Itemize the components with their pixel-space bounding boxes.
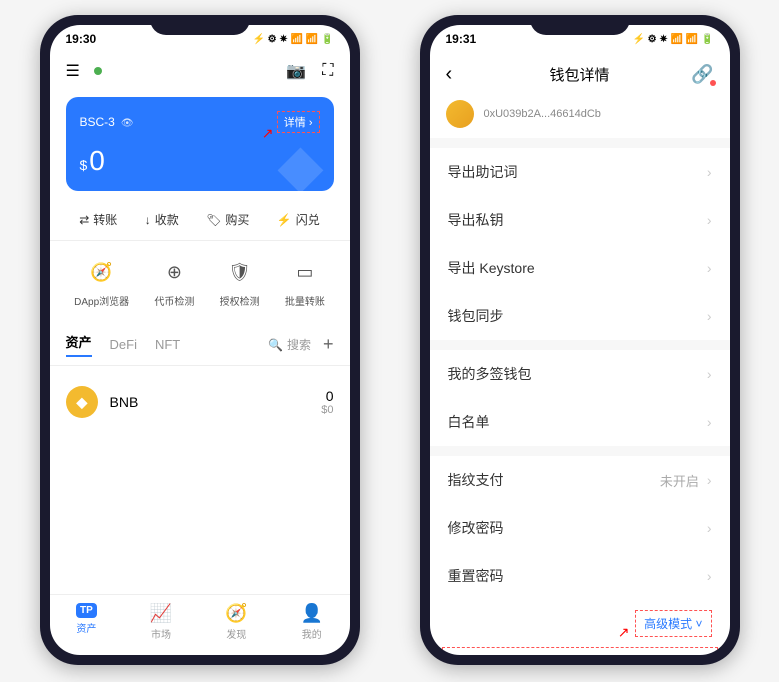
status-bar: 19:30 ⚡ ⚙ ✷ 📶 📶 🔋 <box>50 25 350 53</box>
reset-password-button[interactable]: 重置密码 › <box>430 552 730 600</box>
change-password-button[interactable]: 修改密码 › <box>430 504 730 552</box>
asset-tabs: 资产 DeFi NFT 🔍 搜索 + <box>50 324 350 366</box>
compass-icon: 🧭 <box>225 603 247 624</box>
hint-arrow-icon: ↗ <box>262 125 274 142</box>
wallet-detail-button[interactable]: 详情 › ↗ <box>277 111 320 133</box>
shield-icon: 🛡 <box>225 257 255 287</box>
token-fiat: $0 <box>321 404 333 416</box>
whitelist-button[interactable]: 白名单 › <box>430 398 730 446</box>
export-keystore-button[interactable]: 导出 Keystore › <box>430 244 730 292</box>
topbar: ☰ 📷 ⛶ <box>50 53 350 89</box>
scan-icon[interactable]: ⛶ <box>322 62 333 80</box>
tab-defi[interactable]: DeFi <box>110 337 137 352</box>
chevron-right-icon: › <box>707 308 712 324</box>
advanced-mode-row: 高级模式 ˅ ↗ <box>430 600 730 647</box>
search-icon: 🔍 <box>268 338 283 352</box>
add-token-button[interactable]: + <box>323 334 334 355</box>
menu-icon[interactable]: ☰ <box>66 61 80 81</box>
status-time: 19:30 <box>66 32 97 46</box>
tab-nft[interactable]: NFT <box>155 337 180 352</box>
tab-assets[interactable]: 资产 <box>66 332 92 357</box>
transfer-button[interactable]: ⇄ 转账 <box>79 211 117 228</box>
token-detect-button[interactable]: ⊕ 代币检测 <box>154 257 194 308</box>
settings-list: 导出助记词 › 导出私钥 › 导出 Keystore › 钱包同步 › 我的多签… <box>430 148 730 655</box>
page-title: 钱包详情 <box>549 64 609 85</box>
compass-icon: 🧭 <box>87 257 117 287</box>
buy-button[interactable]: 🏷 购买 <box>206 211 249 228</box>
token-row-bnb[interactable]: ◆ BNB 0 $0 <box>66 378 334 426</box>
wallet-name: BSC-3 <box>80 115 134 129</box>
tools-row: 🧭 DApp浏览器 ⊕ 代币检测 🛡 授权检测 ▭ 批量转账 <box>50 241 350 324</box>
swap-button[interactable]: ⚡ 闪兑 <box>277 211 320 228</box>
nav-market[interactable]: 📈 市场 <box>150 603 172 641</box>
wallet-sync-button[interactable]: 钱包同步 › <box>430 292 730 340</box>
wallet-card[interactable]: BSC-3 详情 › ↗ $0 ◆ <box>66 97 334 191</box>
multisig-button[interactable]: 我的多签钱包 › <box>430 350 730 398</box>
create-sub-wallet-button[interactable]: 创建子钱包 › ↗ <box>442 647 718 655</box>
target-icon: ⊕ <box>159 257 189 287</box>
divider <box>430 138 730 148</box>
chevron-right-icon: › <box>707 366 712 382</box>
chevron-right-icon: › <box>707 212 712 228</box>
token-symbol: BNB <box>110 394 139 410</box>
auth-detect-button[interactable]: 🛡 授权检测 <box>220 257 260 308</box>
chevron-right-icon: › <box>707 164 712 180</box>
bnb-bg-icon: ◆ <box>277 131 323 191</box>
camera-icon[interactable]: 📷 <box>286 61 306 81</box>
person-icon: 👤 <box>301 603 323 624</box>
nav-me[interactable]: 👤 我的 <box>301 603 323 641</box>
bnb-logo-icon: ◆ <box>59 379 104 424</box>
divider <box>430 446 730 456</box>
chevron-right-icon: › <box>707 520 712 536</box>
wallet-avatar-icon <box>446 100 474 128</box>
eye-icon[interactable] <box>121 115 134 129</box>
export-mnemonic-button[interactable]: 导出助记词 › <box>430 148 730 196</box>
chevron-right-icon: › <box>707 414 712 430</box>
token-list: ◆ BNB 0 $0 <box>50 366 350 594</box>
chevron-right-icon: › <box>707 260 712 276</box>
status-icons: ⚡ ⚙ ✷ 📶 📶 🔋 <box>252 34 333 45</box>
advanced-mode-button[interactable]: 高级模式 ˅ <box>635 610 711 637</box>
actions-row: ⇄ 转账 ↓ 收款 🏷 购买 ⚡ 闪兑 <box>50 199 350 241</box>
nav-discover[interactable]: 🧭 发现 <box>225 603 247 641</box>
fingerprint-button[interactable]: 指纹支付 未开启 › <box>430 456 730 504</box>
nav-assets[interactable]: TP 资产 <box>76 603 97 641</box>
tp-icon: TP <box>76 603 97 618</box>
wallet-link-icon[interactable]: 🔗 <box>691 64 713 85</box>
back-button[interactable]: ‹ <box>446 63 453 86</box>
connection-dot-icon <box>94 67 102 75</box>
status-icons: ⚡ ⚙ ✷ 📶 📶 🔋 <box>632 34 713 45</box>
token-amount: 0 <box>321 388 333 404</box>
dapp-browser-button[interactable]: 🧭 DApp浏览器 <box>74 257 129 308</box>
status-time: 19:31 <box>446 32 477 46</box>
export-privkey-button[interactable]: 导出私钥 › <box>430 196 730 244</box>
batch-transfer-button[interactable]: ▭ 批量转账 <box>285 257 325 308</box>
chevron-right-icon: › <box>707 568 712 584</box>
batch-icon: ▭ <box>290 257 320 287</box>
fingerprint-status: 未开启 <box>660 471 699 490</box>
chevron-right-icon: › <box>707 472 712 488</box>
status-bar: 19:31 ⚡ ⚙ ✷ 📶 📶 🔋 <box>430 25 730 53</box>
bottom-nav: TP 资产 📈 市场 🧭 发现 👤 我的 <box>50 594 350 655</box>
page-header: ‹ 钱包详情 🔗 <box>430 53 730 96</box>
wallet-address: 0xU039b2A...46614dCb <box>484 108 601 120</box>
hint-arrow-icon: ↗ <box>618 624 630 641</box>
divider <box>430 340 730 350</box>
chart-icon: 📈 <box>150 603 172 624</box>
receive-button[interactable]: ↓ 收款 <box>145 211 179 228</box>
search-input[interactable]: 🔍 搜索 <box>268 336 311 353</box>
address-row[interactable]: 0xU039b2A...46614dCb <box>430 96 730 138</box>
